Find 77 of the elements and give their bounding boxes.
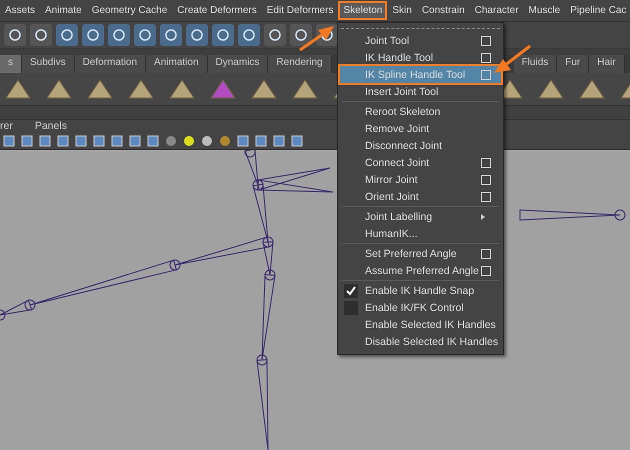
- viewport-tool-icon[interactable]: [200, 134, 214, 148]
- option-box-icon[interactable]: [481, 248, 491, 258]
- tool-icon[interactable]: [108, 24, 130, 46]
- option-box-icon[interactable]: [481, 192, 491, 202]
- shelf-tab[interactable]: Deformation: [74, 54, 146, 73]
- shelf-tab[interactable]: Rendering: [268, 54, 332, 73]
- tool-icon[interactable]: [264, 24, 286, 46]
- tool-icon[interactable]: [160, 24, 182, 46]
- menu-item[interactable]: Insert Joint Tool: [340, 83, 501, 100]
- viewport-tool-icon[interactable]: [128, 134, 142, 148]
- menu-item[interactable]: Enable IK Handle Snap: [340, 282, 501, 299]
- shelf-tab[interactable]: Fluids: [514, 54, 558, 73]
- viewport-tool-icon[interactable]: [290, 134, 304, 148]
- tool-icon[interactable]: [56, 24, 78, 46]
- menu-bar-item[interactable]: Constrain: [416, 0, 470, 20]
- menu-item[interactable]: Enable IK/FK Control: [340, 299, 501, 316]
- menu-bar-item[interactable]: Animate: [40, 0, 87, 20]
- tool-icon[interactable]: [290, 24, 312, 46]
- menu-item[interactable]: Remove Joint: [340, 120, 501, 137]
- tool-icon[interactable]: [134, 24, 156, 46]
- panel-menu-item[interactable]: Panels: [34, 120, 67, 132]
- shelf-tab[interactable]: Subdivs: [22, 54, 75, 73]
- menu-item[interactable]: Enable Selected IK Handles: [340, 316, 501, 333]
- tool-icon[interactable]: [4, 24, 26, 46]
- option-box-icon[interactable]: [481, 266, 491, 276]
- viewport-tool-icon[interactable]: [38, 134, 52, 148]
- shelf-tab[interactable]: Animation: [146, 54, 208, 73]
- menu-item[interactable]: Set Preferred Angle: [340, 245, 501, 262]
- menu-bar-item[interactable]: Geometry Cache: [86, 0, 172, 20]
- checkbox[interactable]: [344, 284, 358, 298]
- viewport-tool-icon[interactable]: [56, 134, 70, 148]
- viewport-tool-icon[interactable]: [20, 134, 34, 148]
- option-box-icon[interactable]: [481, 158, 491, 168]
- menu-item[interactable]: Disconnect Joint: [340, 137, 501, 154]
- option-box-icon[interactable]: [481, 174, 491, 184]
- menu-bar-item[interactable]: Character: [470, 0, 524, 20]
- menu-item[interactable]: Mirror Joint: [340, 171, 501, 188]
- viewport-tool-icon[interactable]: [254, 134, 268, 148]
- menu-item[interactable]: Assume Preferred Angle: [340, 262, 501, 279]
- viewport-tool-icon[interactable]: [146, 134, 160, 148]
- tool-icon[interactable]: [186, 24, 208, 46]
- viewport-tool-icon[interactable]: [110, 134, 124, 148]
- menu-bar-item[interactable]: Pipeline Cac: [565, 0, 630, 20]
- tool-icon[interactable]: [212, 24, 234, 46]
- arrow: [299, 26, 334, 52]
- viewport-tool-icon[interactable]: [2, 134, 16, 148]
- shelf-tab[interactable]: Hair: [589, 54, 625, 73]
- viewport-tool-icon[interactable]: [164, 134, 178, 148]
- shelf-tab[interactable]: Fur: [557, 54, 590, 73]
- menu-item[interactable]: Connect Joint: [340, 154, 501, 171]
- option-box-icon[interactable]: [481, 36, 491, 46]
- submenu-arrow-icon: [481, 214, 485, 220]
- tool-icon[interactable]: [82, 24, 104, 46]
- viewport-tool-icon[interactable]: [272, 134, 286, 148]
- viewport-tool-icon[interactable]: [92, 134, 106, 148]
- viewport-tool-icon[interactable]: [74, 134, 88, 148]
- viewport-tool-icon[interactable]: [182, 134, 196, 148]
- menu-item[interactable]: Joint Tool: [340, 32, 501, 49]
- menu-item[interactable]: Disable Selected IK Handles: [340, 333, 501, 350]
- menu-bar-item[interactable]: Muscle: [524, 0, 566, 20]
- tool-icon[interactable]: [238, 24, 260, 46]
- menu-bar-item[interactable]: Skin: [387, 0, 417, 20]
- menu-item[interactable]: Joint Labelling: [340, 208, 501, 225]
- menu-bar-item[interactable]: Skeleton: [338, 0, 388, 20]
- viewport-tool-icon[interactable]: [218, 134, 232, 148]
- panel-menu-item[interactable]: rer: [0, 120, 13, 132]
- option-box-icon[interactable]: [481, 52, 491, 62]
- menu-bar-item[interactable]: Edit Deformers: [262, 0, 338, 20]
- menu-item[interactable]: IK Handle Tool: [340, 49, 501, 66]
- shelf-tab[interactable]: Dynamics: [208, 54, 268, 73]
- menu-bar-item[interactable]: Create Deformers: [172, 0, 262, 20]
- menu-bar-item[interactable]: Assets: [0, 0, 40, 20]
- menu-item[interactable]: Orient Joint: [340, 188, 501, 205]
- tool-icon[interactable]: [30, 24, 52, 46]
- viewport-tool-icon[interactable]: [236, 134, 250, 148]
- menu-item[interactable]: Reroot Skeleton: [340, 103, 501, 120]
- menu-item[interactable]: HumanIK...: [340, 225, 501, 242]
